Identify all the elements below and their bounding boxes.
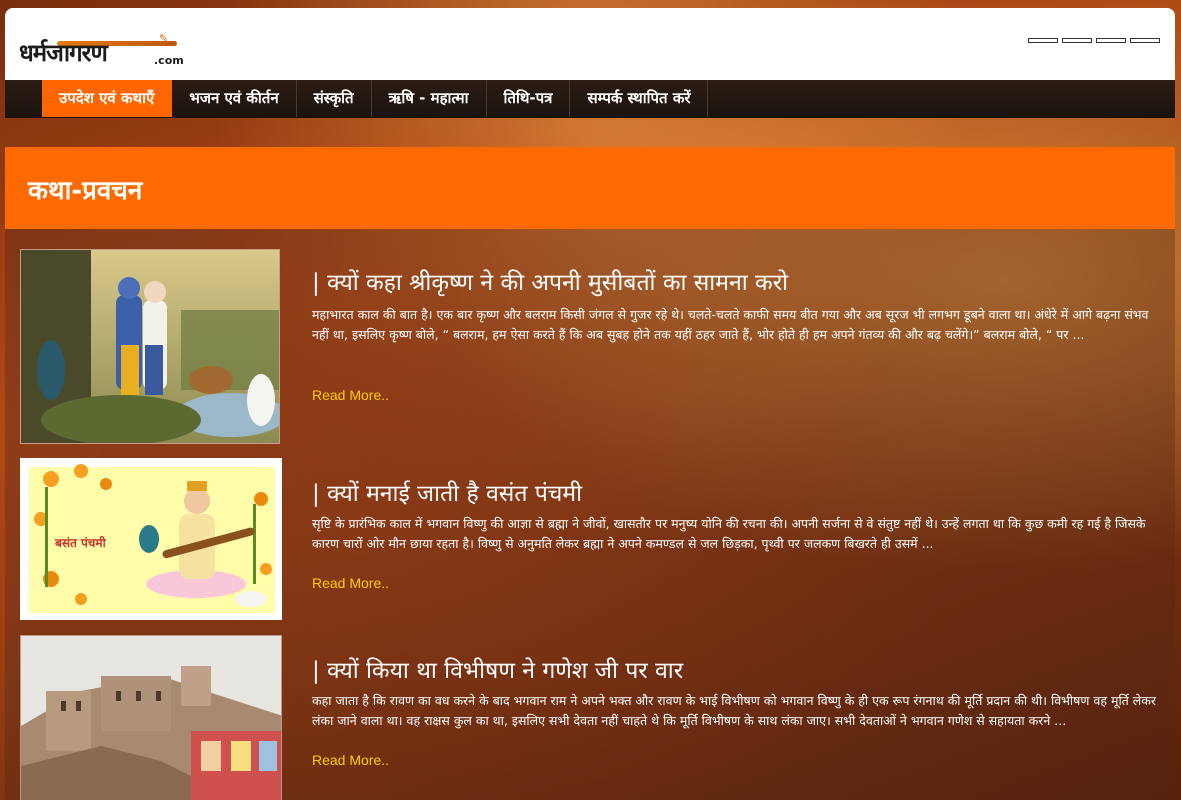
read-more-link[interactable]: Read More.. [312,387,389,403]
nav-item-contact[interactable]: सम्पर्क स्थापित करें [570,80,709,117]
article-title[interactable]: | क्यों किया था विभीषण ने गणेश जी पर वार [312,653,683,685]
temple-rock-image [21,636,281,800]
main-nav: उपदेश एवं कथाएँ भजन एवं कीर्तन संस्कृति … [5,80,1175,118]
slider-dot[interactable] [1028,38,1058,43]
slider-dot[interactable] [1096,38,1126,43]
slider-dot[interactable] [1062,38,1092,43]
article-thumbnail[interactable]: बसंत पंचमी [20,458,282,620]
page-title: कथा-प्रवचन [28,176,143,206]
site-header: ✎ धर्मजागरण .com [5,8,1175,82]
thumb-text: बसंत पंचमी [54,536,107,550]
article-excerpt: सृष्टि के प्रारंभिक काल में भगवान विष्णु… [312,516,1146,551]
saraswati-image: बसंत पंचमी [29,464,275,613]
nav-item-rishi[interactable]: ऋषि - महात्मा [372,80,487,117]
list-item: | क्यों किया था विभीषण ने गणेश जी पर वार… [5,635,1175,800]
list-item: बसंत पंचमी | क्यों मनाई जाती है वसंत पंच… [5,458,1175,620]
article-excerpt: कहा जाता है कि रावण का वध करने के बाद भग… [312,693,1156,728]
article-list: | क्यों कहा श्रीकृष्ण ने की अपनी मुसीबतो… [5,229,1175,800]
read-more-link[interactable]: Read More.. [312,752,389,768]
flute-icon: ✎ [159,32,169,45]
krishna-balram-image [21,250,279,443]
list-item: | क्यों कहा श्रीकृष्ण ने की अपनी मुसीबतो… [5,249,1175,444]
logo-suffix: .com [154,54,184,67]
nav-item-sanskriti[interactable]: संस्कृति [297,80,372,117]
article-thumbnail[interactable] [20,635,282,800]
article-title[interactable]: | क्यों मनाई जाती है वसंत पंचमी [312,476,582,508]
nav-item-updesh[interactable]: उपदेश एवं कथाएँ [42,80,173,117]
article-title[interactable]: | क्यों कहा श्रीकृष्ण ने की अपनी मुसीबतो… [312,265,788,297]
read-more-link[interactable]: Read More.. [312,575,389,591]
logo-text: धर्मजागरण [19,39,108,67]
article-excerpt: महाभारत काल की बात है। एक बार कृष्ण और ब… [312,307,1149,342]
slider-dot[interactable] [1130,38,1160,43]
slider-controls [1028,38,1160,43]
article-thumbnail[interactable] [20,249,280,444]
nav-item-tithi[interactable]: तिथि-पत्र [487,80,571,117]
site-logo[interactable]: ✎ धर्मजागरण .com [19,30,194,76]
nav-item-bhajan[interactable]: भजन एवं कीर्तन [172,80,297,117]
page-header: कथा-प्रवचन [5,147,1175,229]
